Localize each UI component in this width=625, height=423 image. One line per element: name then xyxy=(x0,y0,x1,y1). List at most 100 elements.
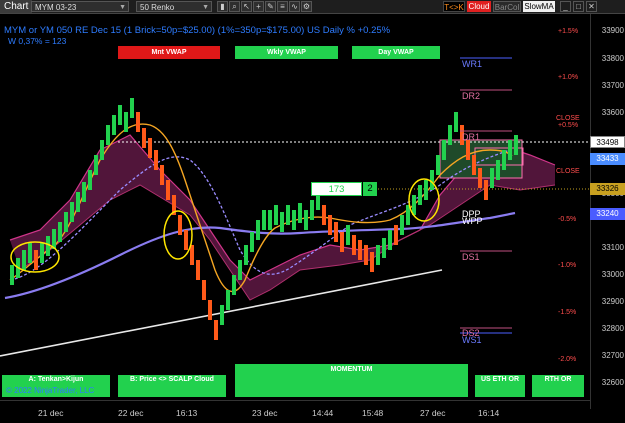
wr1-label: WR1 xyxy=(462,59,482,69)
bull-brick xyxy=(256,220,260,240)
pct-label: -0.5% xyxy=(558,216,577,223)
wkly-vwap-button[interactable]: Wkly VWAP xyxy=(235,46,338,59)
close-label-lower: CLOSE xyxy=(556,168,580,175)
drawing-tools-icon[interactable]: ✎ xyxy=(265,1,276,12)
bull-brick xyxy=(436,155,440,175)
zoom-icon[interactable]: ⌕ xyxy=(229,1,240,12)
momentum-button[interactable]: MOMENTUM xyxy=(235,364,468,397)
price-tick: 33000 xyxy=(601,270,624,279)
bear-brick xyxy=(352,235,356,255)
mnt-vwap-button[interactable]: Mnt VWAP xyxy=(118,46,220,59)
cloud-toggle-button[interactable]: Cloud xyxy=(467,1,491,12)
price-tag-33240: 33240 xyxy=(590,208,625,220)
maximize-icon[interactable]: □ xyxy=(573,1,584,12)
time-axis[interactable] xyxy=(0,400,590,423)
bull-brick xyxy=(250,232,254,252)
bull-brick xyxy=(100,140,104,160)
slowma-toggle-button[interactable]: SlowMA xyxy=(523,1,555,12)
bear-brick xyxy=(166,180,170,200)
bull-brick xyxy=(106,125,110,145)
price-scalp-cloud-button[interactable]: B: Price <> SCALP Cloud xyxy=(118,375,226,397)
time-tick: 15:48 xyxy=(362,408,384,418)
price-tick: 33600 xyxy=(601,108,624,117)
bear-brick xyxy=(154,150,158,170)
bull-brick xyxy=(70,202,74,222)
price-tick: 33700 xyxy=(601,81,624,90)
bull-brick xyxy=(232,275,236,295)
bull-brick xyxy=(454,112,458,132)
bear-brick xyxy=(208,300,212,320)
bull-brick xyxy=(268,210,272,230)
time-tick: 21 dec xyxy=(38,408,64,418)
window-title: Chart xyxy=(0,0,33,13)
bull-brick xyxy=(40,243,44,263)
barcol-toggle-button[interactable]: BarCol xyxy=(493,1,521,12)
bull-brick xyxy=(226,290,230,310)
bull-brick xyxy=(124,112,128,132)
bull-brick xyxy=(88,170,92,190)
bear-brick xyxy=(136,112,140,132)
bear-brick xyxy=(202,280,206,300)
bear-brick xyxy=(364,245,368,265)
chart-header-line1: MYM or YM 050 RE Dec 15 (1 Brick=50p=$25… xyxy=(4,25,391,36)
tenkan-kijun-button[interactable]: A: Tenkan>Kijun xyxy=(2,375,110,385)
bull-brick xyxy=(112,115,116,135)
time-tick: 14:44 xyxy=(312,408,334,418)
ws1-label: WS1 xyxy=(462,335,482,345)
bull-brick xyxy=(118,105,122,125)
pointer-icon[interactable]: ↖ xyxy=(241,1,252,12)
chart-window: Chart MYM 03-23 ▼ 50 Renko ▼ ▮ ⌕ ↖ + ✎ ≡… xyxy=(0,0,625,423)
properties-icon[interactable]: ⚙ xyxy=(301,1,312,12)
time-tick: 27 dec xyxy=(420,408,446,418)
bear-brick xyxy=(322,205,326,225)
price-tick: 33100 xyxy=(601,243,624,252)
bull-brick xyxy=(94,155,98,175)
bear-brick xyxy=(34,250,38,270)
minimize-icon[interactable]: _ xyxy=(560,1,571,12)
pct-label: +0.5% xyxy=(558,122,579,129)
indicators-icon[interactable]: ∿ xyxy=(289,1,300,12)
bull-brick xyxy=(442,140,446,160)
pct-label: +1.0% xyxy=(558,74,579,81)
bull-brick xyxy=(22,250,26,270)
bull-brick xyxy=(274,205,278,225)
chart-header-line2: W 0,37% = 123 xyxy=(8,36,67,46)
pct-label: -2.0% xyxy=(558,356,577,363)
bull-brick xyxy=(346,225,350,245)
price-tick: 33900 xyxy=(601,26,624,35)
bull-brick xyxy=(76,192,80,212)
bull-brick xyxy=(286,205,290,225)
day-vwap-button[interactable]: Day VWAP xyxy=(352,46,440,59)
bar-type-selector[interactable]: 50 Renko ▼ xyxy=(136,1,212,12)
instrument-label: MYM 03-23 xyxy=(35,3,77,12)
us-eth-or-button[interactable]: US ETH OR xyxy=(475,375,525,397)
bull-brick xyxy=(418,185,422,205)
bear-brick xyxy=(394,225,398,245)
bull-brick xyxy=(64,212,68,232)
ds1-label: DS1 xyxy=(462,252,480,262)
bull-brick xyxy=(508,140,512,160)
bar-type-label: 50 Renko xyxy=(140,3,175,12)
bear-brick xyxy=(160,165,164,185)
bear-brick xyxy=(478,168,482,188)
strategies-icon[interactable]: ≡ xyxy=(277,1,288,12)
rth-or-button[interactable]: RTH OR xyxy=(532,375,584,397)
bull-brick xyxy=(382,238,386,258)
bull-brick xyxy=(298,203,302,223)
instrument-selector[interactable]: MYM 03-23 ▼ xyxy=(31,1,129,12)
price-chart-canvas[interactable] xyxy=(0,14,590,409)
chevron-down-icon: ▼ xyxy=(119,4,126,11)
bull-brick xyxy=(496,160,500,180)
bear-brick xyxy=(328,215,332,235)
bear-brick xyxy=(148,138,152,158)
price-tag-33433: 33433 xyxy=(590,153,625,165)
bar-chart-icon[interactable]: ▮ xyxy=(217,1,228,12)
bull-brick xyxy=(130,98,134,118)
crosshair-icon[interactable]: + xyxy=(253,1,264,12)
price-tag-current: 33498 xyxy=(590,136,625,148)
tk-toggle-button[interactable]: T<>K xyxy=(443,1,465,12)
bear-brick xyxy=(184,230,188,250)
close-icon[interactable]: ✕ xyxy=(586,1,597,12)
bear-brick xyxy=(466,140,470,160)
price-tick: 32700 xyxy=(601,351,624,360)
